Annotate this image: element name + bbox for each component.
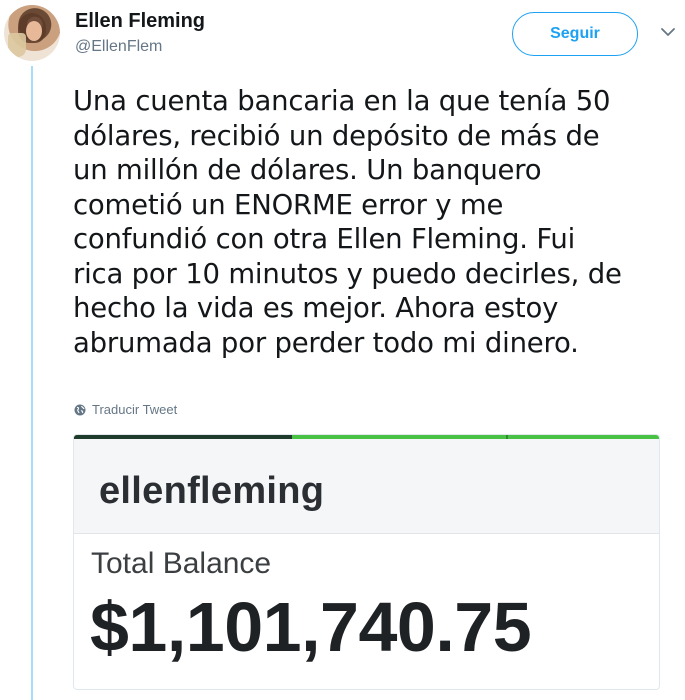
- tweet-line: abrumada por perder todo mi dinero.: [73, 326, 579, 359]
- tweet-line: un millón de dólares. Un banquero: [73, 154, 542, 186]
- card-header: ellenfleming: [74, 439, 659, 534]
- tweet-line: confundió con otra Ellen Fleming. Fui: [73, 223, 576, 255]
- follow-button[interactable]: Seguir: [512, 12, 638, 56]
- tweet-line: Una cuenta bancaria en la que tenía 50: [73, 85, 611, 117]
- thread-line: [31, 66, 33, 700]
- tweet-line: hecho la vida es mejor. Ahora estoy: [73, 292, 559, 324]
- author-name[interactable]: Ellen Fleming: [75, 10, 205, 33]
- author-handle[interactable]: @EllenFlem: [75, 38, 162, 56]
- balance-label: Total Balance: [91, 547, 272, 580]
- balance-value: $1,101,740.75: [90, 588, 532, 666]
- translate-tweet-link[interactable]: Traducir Tweet: [74, 402, 177, 417]
- tweet-line: rica por 10 minutos y puedo decirles, de: [73, 257, 622, 290]
- translate-label: Traducir Tweet: [92, 402, 178, 417]
- account-username: ellenfleming: [99, 470, 325, 512]
- follow-button-label: Seguir: [550, 25, 600, 42]
- tweet-line: cometió un ENORME error y me: [73, 188, 504, 221]
- media-card[interactable]: ellenfleming Total Balance $1,101,740.75: [73, 434, 660, 690]
- globe-icon: [74, 404, 86, 415]
- avatar-face: [26, 21, 42, 41]
- chevron-down-icon[interactable]: [660, 24, 676, 40]
- tweet-text: Una cuenta bancaria en la que tenía 50 d…: [73, 84, 673, 360]
- tweet-line: dólares, recibió un depósito de más de: [73, 119, 600, 152]
- avatar-glass: [8, 33, 26, 57]
- avatar[interactable]: [4, 5, 60, 61]
